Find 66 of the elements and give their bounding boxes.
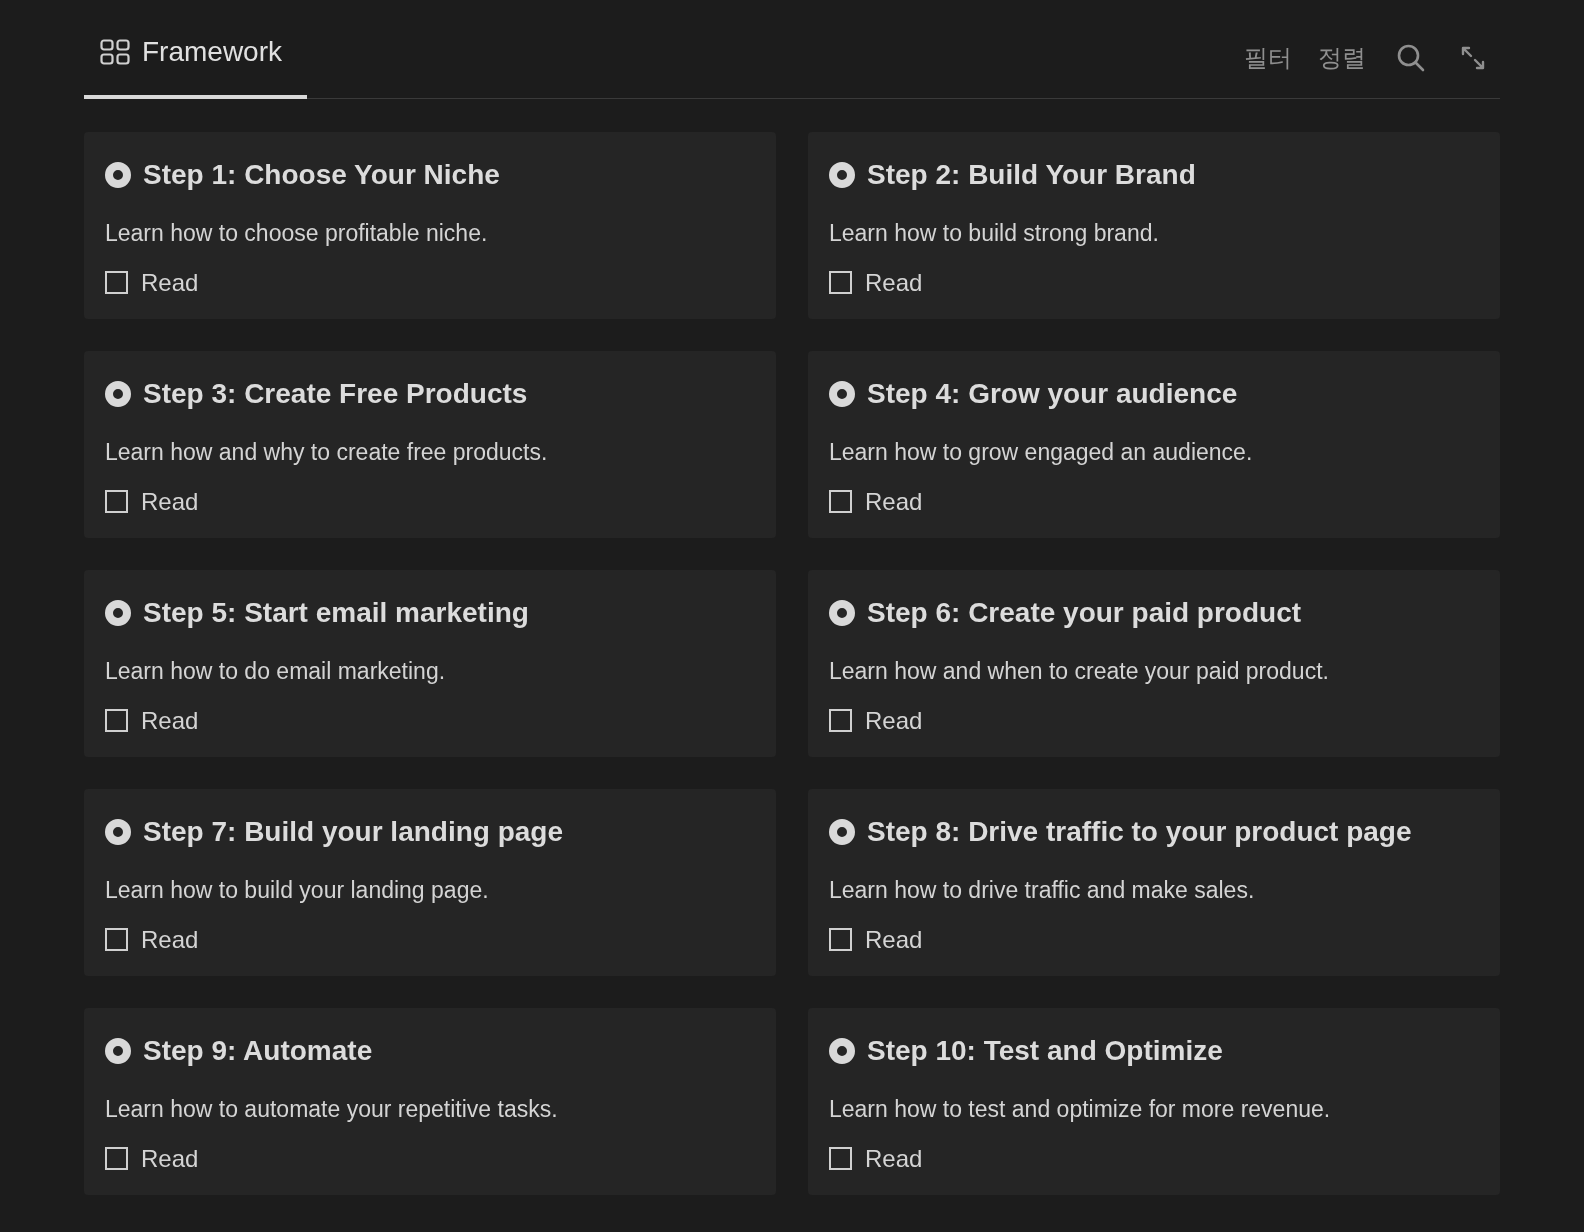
card-description: Learn how to build your landing page. [105,876,490,905]
checkbox[interactable] [105,928,128,951]
card-title: Step 3: Create Free Products [143,377,528,411]
checkbox[interactable] [829,928,852,951]
checkbox-label: Read [141,267,199,298]
checkbox[interactable] [829,1147,852,1170]
step-card[interactable]: Step 1: Choose Your Niche Learn how to choose profitable niche. Read [84,132,776,319]
card-description: Learn how to test and optimize for more revenue. [829,1095,1332,1124]
radio-dot-icon [829,819,855,845]
radio-dot-icon [105,600,131,626]
checkbox[interactable] [105,709,128,732]
checkbox-label: Read [141,924,199,955]
radio-dot-icon [829,381,855,407]
step-card[interactable]: Step 2: Build Your Brand Learn how to build strong brand. Read [808,132,1500,319]
radio-dot-icon [829,1038,855,1064]
checkbox-label: Read [865,1143,923,1174]
view-tab[interactable]: Framework [84,31,307,99]
step-card[interactable]: Step 8: Drive traffic to your product page Learn how to drive traffic and make sales. Read [808,789,1500,976]
checkbox-label: Read [865,267,923,298]
card-description: Learn how to automate your repetitive tasks. [105,1095,559,1124]
step-card[interactable]: Step 10: Test and Optimize Learn how to test and optimize for more revenue. Read [808,1008,1500,1195]
gallery-icon [100,39,130,65]
checkbox-label: Read [141,1143,199,1174]
checkbox-label: Read [865,705,923,736]
card-description: Learn how to drive traffic and make sales. [829,876,1256,905]
checkbox-label: Read [141,705,199,736]
step-card[interactable]: Step 7: Build your landing page Learn how to build your landing page. Read [84,789,776,976]
card-title: Step 2: Build Your Brand [867,158,1196,192]
step-card[interactable]: Step 9: Automate Learn how to automate your repetitive tasks. Read [84,1008,776,1195]
search-icon[interactable] [1396,43,1426,73]
card-title: Step 8: Drive traffic to your product page [867,815,1412,849]
step-card[interactable]: Step 4: Grow your audience Learn how to grow engaged an audience. Read [808,351,1500,538]
card-title: Step 10: Test and Optimize [867,1034,1223,1068]
checkbox-label: Read [865,924,923,955]
radio-dot-icon [829,162,855,188]
sort-button[interactable]: 정렬 [1318,40,1366,76]
checkbox[interactable] [105,490,128,513]
checkbox[interactable] [829,271,852,294]
card-description: Learn how to do email marketing. [105,657,447,686]
radio-dot-icon [105,1038,131,1064]
radio-dot-icon [105,381,131,407]
radio-dot-icon [105,162,131,188]
filter-button[interactable]: 필터 [1244,40,1292,76]
card-title: Step 7: Build your landing page [143,815,564,849]
card-description: Learn how to grow engaged an audience. [829,438,1254,467]
step-card[interactable]: Step 5: Start email marketing Learn how to do email marketing. Read [84,570,776,757]
checkbox-label: Read [865,486,923,517]
expand-icon[interactable] [1460,45,1486,71]
card-title: Step 1: Choose Your Niche [143,158,500,192]
card-description: Learn how and why to create free products. [105,438,549,467]
card-title: Step 5: Start email marketing [143,596,529,630]
step-card[interactable]: Step 6: Create your paid product Learn how and when to create your paid product. Read [808,570,1500,757]
card-description: Learn how and when to create your paid product. [829,657,1330,686]
card-title: Step 9: Automate [143,1034,373,1068]
radio-dot-icon [829,600,855,626]
step-card[interactable]: Step 3: Create Free Products Learn how and why to create free products. Read [84,351,776,538]
radio-dot-icon [105,819,131,845]
checkbox[interactable] [105,271,128,294]
card-description: Learn how to build strong brand. [829,219,1160,248]
card-description: Learn how to choose profitable niche. [105,219,489,248]
card-title: Step 4: Grow your audience [867,377,1238,411]
checkbox[interactable] [105,1147,128,1170]
checkbox[interactable] [829,709,852,732]
checkbox-label: Read [141,486,199,517]
checkbox[interactable] [829,490,852,513]
card-title: Step 6: Create your paid product [867,596,1302,630]
